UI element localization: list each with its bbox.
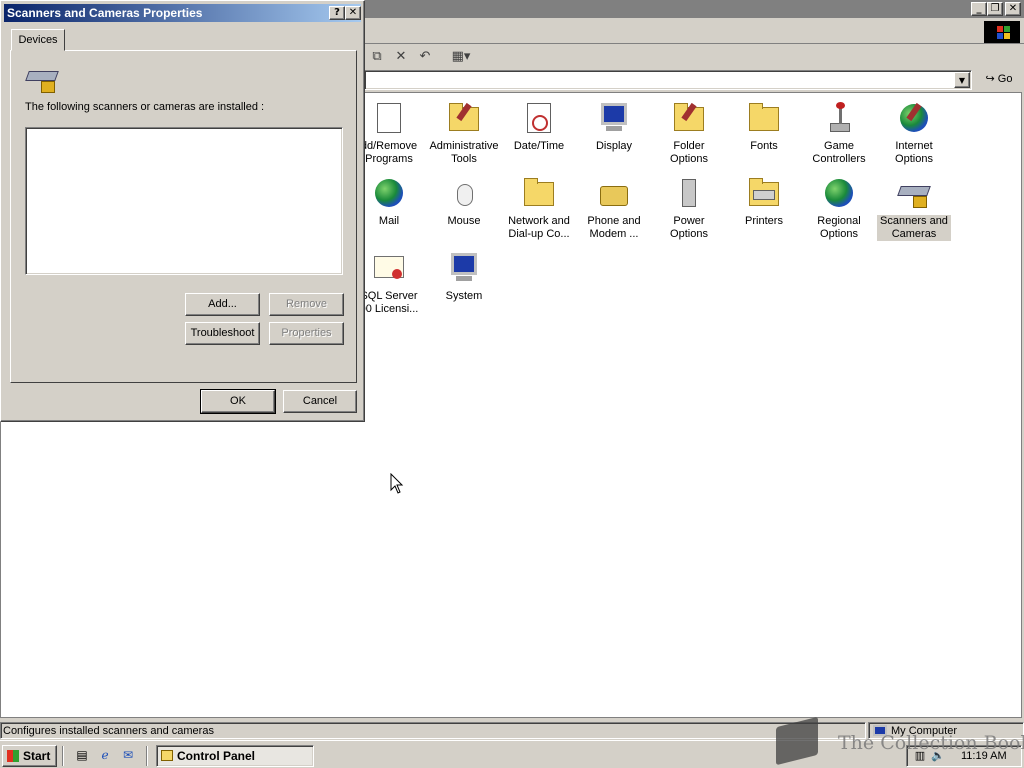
status-text: Configures installed scanners and camera… [0, 722, 866, 739]
dialog-title: Scanners and Cameras Properties [7, 6, 203, 20]
taskbar: Start ▤ ℯ ✉ Control Panel ▥ 🔈 11:19 AM [0, 740, 1024, 768]
volume-icon[interactable]: 🔈 [931, 749, 945, 763]
go-button[interactable]: ↪ Go [978, 70, 1020, 90]
control-panel-icon [161, 750, 173, 761]
add-remove-programs-icon [372, 101, 406, 135]
taskbar-separator [62, 746, 64, 766]
toolbar: ⧉ ✕ ↶ ▦▾ [364, 46, 1024, 68]
windows-flag-icon [7, 750, 19, 762]
taskbar-separator [146, 746, 148, 766]
windows-logo-icon [984, 21, 1020, 43]
clock[interactable]: 11:19 AM [961, 750, 1007, 762]
sql-licensing-icon [372, 251, 406, 285]
date-time-icon [522, 101, 556, 135]
go-label: Go [997, 73, 1013, 85]
undo-icon[interactable]: ↶ [416, 48, 434, 66]
scanners-cameras-icon [897, 176, 931, 210]
cp-item-date-time[interactable]: Date/Time [502, 101, 576, 153]
minimize-button[interactable]: _ [971, 2, 987, 16]
internet-explorer-icon[interactable]: ℯ [97, 747, 113, 763]
go-arrow-icon: ↪ [985, 73, 995, 85]
cp-item-game-controllers[interactable]: Game Controllers [802, 101, 876, 166]
cp-item-network[interactable]: Network and Dial-up Co... [502, 176, 576, 241]
cp-item-system[interactable]: System [427, 251, 501, 303]
cp-item-folder-options[interactable]: Folder Options [652, 101, 726, 166]
cp-item-mouse[interactable]: Mouse [427, 176, 501, 228]
administrative-tools-icon [447, 101, 481, 135]
device-list[interactable] [25, 127, 343, 275]
close-window-button[interactable]: ✕ [1005, 2, 1021, 16]
cp-item-phone-modem[interactable]: Phone and Modem ... [577, 176, 651, 241]
game-controllers-icon [822, 101, 856, 135]
dialog-close-button[interactable]: ✕ [345, 6, 361, 20]
cp-item-administrative-tools[interactable]: Administrative Tools [427, 101, 501, 166]
status-zone-label: My Computer [891, 725, 958, 737]
tab-devices[interactable]: Devices [11, 29, 65, 51]
show-desktop-icon[interactable]: ▤ [74, 747, 90, 763]
network-icon [522, 176, 556, 210]
outlook-express-icon[interactable]: ✉ [120, 747, 136, 763]
mail-icon [372, 176, 406, 210]
internet-options-icon [897, 101, 931, 135]
help-button[interactable]: ? [329, 6, 345, 20]
address-dropdown-button[interactable]: ▼ [954, 72, 970, 88]
fonts-icon [747, 101, 781, 135]
properties-button[interactable]: Properties [269, 322, 344, 345]
cp-item-internet-options[interactable]: Internet Options [877, 101, 951, 166]
ok-button[interactable]: OK [200, 389, 276, 414]
printers-icon [747, 176, 781, 210]
installed-devices-label: The following scanners or cameras are in… [25, 101, 265, 113]
add-button[interactable]: Add... [185, 293, 260, 316]
address-field[interactable] [364, 70, 972, 90]
cp-item-regional-options[interactable]: Regional Options [802, 176, 876, 241]
delete-icon[interactable]: ✕ [392, 48, 410, 66]
cp-item-fonts[interactable]: Fonts [727, 101, 801, 153]
cp-item-printers[interactable]: Printers [727, 176, 801, 228]
copy-to-icon[interactable]: ⧉ [368, 48, 386, 66]
remove-button[interactable]: Remove [269, 293, 344, 316]
mouse-cursor-icon [390, 473, 404, 494]
display-icon [597, 101, 631, 135]
cp-item-power-options[interactable]: Power Options [652, 176, 726, 241]
folder-options-icon [672, 101, 706, 135]
system-tray: ▥ 🔈 11:19 AM [906, 745, 1022, 767]
my-computer-icon [873, 725, 887, 736]
phone-modem-icon [597, 176, 631, 210]
troubleshoot-button[interactable]: Troubleshoot [185, 322, 260, 345]
mouse-icon [447, 176, 481, 210]
start-label: Start [23, 749, 51, 763]
restore-button[interactable]: ❐ [987, 2, 1003, 16]
taskbar-button-control-panel[interactable]: Control Panel [156, 745, 314, 767]
network-tray-icon[interactable]: ▥ [913, 749, 927, 763]
cp-item-display[interactable]: Display [577, 101, 651, 153]
status-bar: Configures installed scanners and camera… [0, 721, 1024, 740]
views-icon[interactable]: ▦▾ [448, 48, 474, 66]
cancel-button[interactable]: Cancel [283, 390, 357, 413]
status-zone: My Computer [868, 722, 1024, 739]
start-button[interactable]: Start [2, 745, 57, 767]
task-label: Control Panel [177, 749, 256, 763]
dialog-titlebar[interactable]: Scanners and Cameras Properties ? ✕ [4, 4, 361, 22]
scanners-cameras-dialog: Scanners and Cameras Properties ? ✕ Devi… [0, 0, 365, 422]
regional-options-icon [822, 176, 856, 210]
power-options-icon [672, 176, 706, 210]
cp-item-scanners-cameras[interactable]: Scanners and Cameras [877, 176, 951, 241]
scanner-camera-icon [25, 61, 59, 95]
system-icon [447, 251, 481, 285]
